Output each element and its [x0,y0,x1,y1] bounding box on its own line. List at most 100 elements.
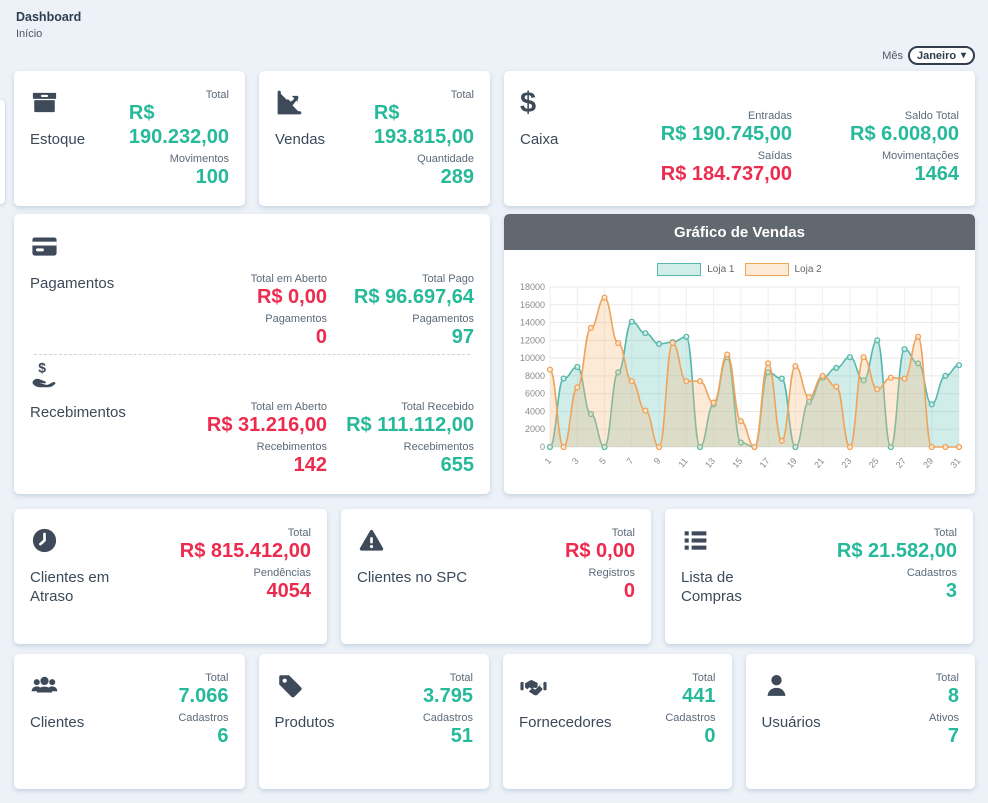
metric-value: R$ 0,00 [565,539,635,563]
metric-value: 3 [946,579,957,603]
card-title: Fornecedores [519,714,629,733]
chart-title: Gráfico de Vendas [504,214,975,250]
breadcrumb[interactable]: Início [16,28,988,40]
metric-label: Total Pago [422,273,474,285]
summary-row-3: Clientes em Atraso Total R$ 815.412,00 P… [14,509,975,644]
metric-value: R$ 190.745,00 [661,122,792,146]
svg-text:11: 11 [676,456,690,470]
metric-label: Total em Aberto [251,401,327,413]
metric-label: Total [288,527,311,539]
svg-text:23: 23 [839,456,853,470]
metric-label: Registros [589,567,635,579]
svg-text:27: 27 [894,456,908,470]
month-select[interactable]: Janeiro ▾ [908,46,975,65]
metric-value: R$ 0,00 [257,285,327,309]
metric-value: 6 [217,724,228,748]
metric-label: Cadastros [178,712,228,724]
metric-label: Total [450,672,473,684]
metric-label: Ativos [929,712,959,724]
metric-value: 97 [452,325,474,349]
metric-value: R$ 31.216,00 [207,413,327,437]
metric-value: R$ 21.582,00 [837,539,957,563]
legend-swatch-loja1 [657,263,701,276]
svg-text:5: 5 [597,456,608,466]
metric-label: Pagamentos [265,313,327,325]
svg-text:18000: 18000 [520,282,545,292]
svg-text:4000: 4000 [525,406,545,416]
legend-label: Loja 1 [707,264,734,275]
metric-label: Movimentos [170,153,229,165]
month-select-control[interactable]: Janeiro [917,50,967,62]
card-title: Lista de Compras [681,569,776,607]
metric-value: 441 [682,684,715,708]
metric-label: Total [451,89,474,101]
metric-label: Pendências [254,567,312,579]
svg-text:8000: 8000 [525,371,545,381]
svg-text:31: 31 [948,456,962,470]
svg-text:9: 9 [652,456,663,466]
page-title: Dashboard [16,10,988,24]
svg-text:16000: 16000 [520,300,545,310]
metric-label: Saldo Total [905,110,959,122]
card-title: Estoque [30,131,129,150]
handshake-icon [519,671,629,701]
legend-item-loja2[interactable]: Loja 2 [745,263,822,276]
metric-value: 7.066 [178,684,228,708]
metric-value: 3.795 [423,684,473,708]
metric-label: Total [205,672,228,684]
metric-label: Total [934,527,957,539]
card-usuarios: Usuários Total 8 Ativos 7 [746,654,976,789]
card-title: Clientes em Atraso [30,569,142,607]
warning-icon [357,526,497,556]
chevron-down-icon: ▾ [961,50,966,61]
metric-label: Total [206,89,229,101]
page-header: Dashboard Início [0,0,988,40]
card-title: Vendas [275,131,374,150]
card-title: Clientes [30,714,130,733]
metric-label: Recebimentos [257,441,327,453]
svg-text:15: 15 [730,456,744,470]
svg-text:21: 21 [812,456,826,470]
card-title: Pagamentos [30,275,180,294]
card-clientes-no-spc: Clientes no SPC Total R$ 0,00 Registros … [341,509,651,644]
svg-text:13: 13 [703,456,717,470]
summary-row-1: Estoque Total R$ 190.232,00 Movimentos 1… [14,71,975,206]
svg-text:3: 3 [570,456,581,466]
svg-text:17: 17 [758,456,772,470]
sales-area-chart: 0200040006000800010000120001400016000180… [512,279,967,489]
svg-text:14000: 14000 [520,318,545,328]
metric-value: R$ 6.008,00 [850,122,959,146]
chart-legend: Loja 1 Loja 2 [504,263,975,276]
card-title: Caixa [520,131,625,150]
card-title: Clientes no SPC [357,569,497,588]
metric-value: R$ 815.412,00 [180,539,311,563]
svg-text:2000: 2000 [525,424,545,434]
metric-label: Total [936,672,959,684]
card-clientes: Clientes Total 7.066 Cadastros 6 [14,654,245,789]
metric-label: Total [692,672,715,684]
svg-text:19: 19 [785,456,799,470]
card-title: Usuários [762,714,862,733]
card-title: Recebimentos [30,404,180,423]
metric-value: 100 [196,165,229,189]
metric-value: 142 [294,453,327,477]
svg-text:$: $ [38,361,46,376]
month-filter-label: Mês [882,50,903,62]
svg-text:12000: 12000 [520,335,545,345]
list-icon [681,526,776,556]
metric-label: Pagamentos [412,313,474,325]
svg-text:0: 0 [540,442,545,452]
metric-value: 7 [948,724,959,748]
metric-value: R$ 184.737,00 [661,162,792,186]
credit-card-icon [30,232,180,262]
card-vendas: Vendas Total R$ 193.815,00 Quantidade 28… [259,71,490,206]
card-title: Produtos [275,714,375,733]
section-pagamentos: Pagamentos Total em Aberto R$ 0,00 Pagam… [30,228,474,352]
hand-dollar-icon: $ [30,361,180,391]
card-clientes-em-atraso: Clientes em Atraso Total R$ 815.412,00 P… [14,509,327,644]
metric-value: 4054 [267,579,312,603]
svg-text:25: 25 [867,456,881,470]
legend-label: Loja 2 [795,264,822,275]
card-estoque: Estoque Total R$ 190.232,00 Movimentos 1… [14,71,245,206]
legend-item-loja1[interactable]: Loja 1 [657,263,734,276]
